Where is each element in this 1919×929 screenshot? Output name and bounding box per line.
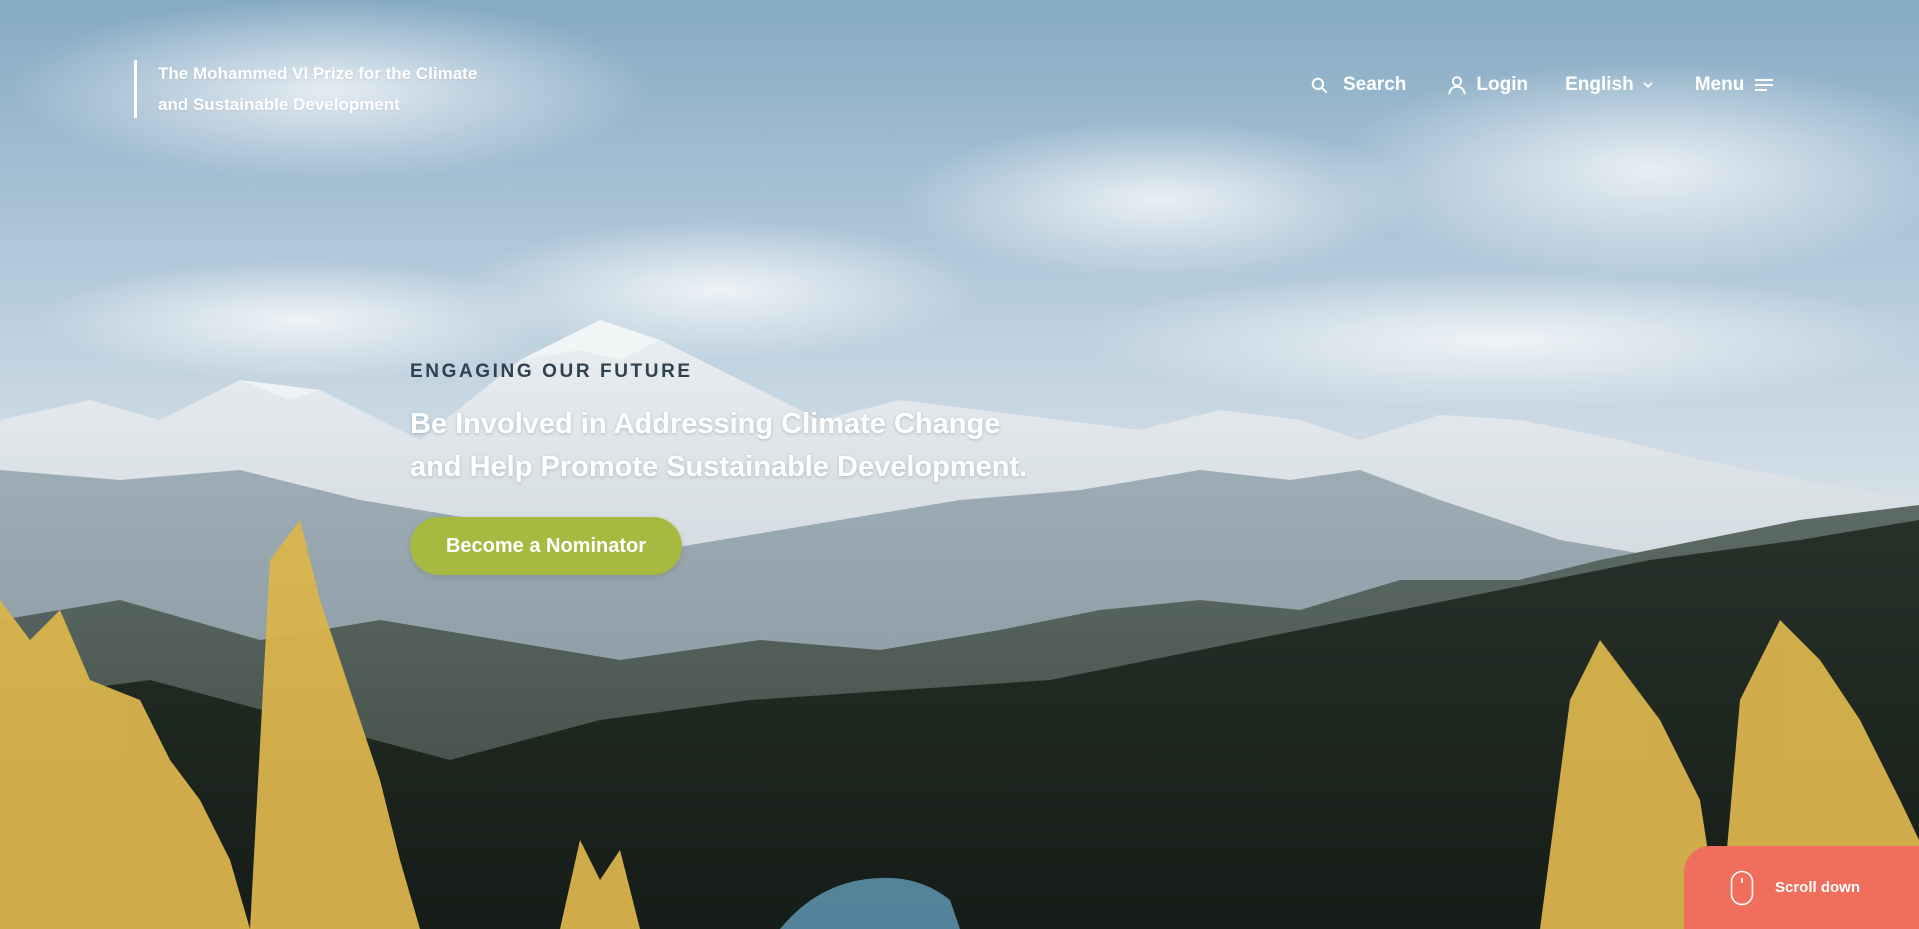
hero-headline-line-2: and Help Promote Sustainable Development… [410, 451, 1028, 483]
hero-content: ENGAGING OUR FUTURE Be Involved in Addre… [410, 361, 1027, 575]
scroll-down-label: Scroll down [1775, 879, 1861, 896]
search-label: Search [1343, 74, 1407, 95]
user-icon [1448, 76, 1467, 95]
hero-eyebrow: ENGAGING OUR FUTURE [410, 361, 693, 382]
language-label: English [1565, 74, 1634, 95]
hero-headline-line-1: Be Involved in Addressing Climate Change [410, 408, 1001, 440]
brand-line-2: and Sustainable Development [158, 95, 400, 114]
become-nominator-button[interactable]: Become a Nominator [410, 517, 682, 575]
language-selector[interactable]: English [1565, 74, 1655, 96]
login-label: Login [1476, 74, 1529, 95]
login-button[interactable]: Login [1446, 74, 1528, 96]
chevron-down-icon [1643, 82, 1653, 88]
hero-section: The Mohammed VI Prize for the Climate an… [0, 0, 1919, 929]
mouse-icon [1730, 870, 1754, 905]
menu-label: Menu [1694, 74, 1745, 95]
top-navigation: Search Login English Menu [1310, 74, 1774, 96]
hamburger-menu-icon [1755, 79, 1774, 91]
brand-line-1: The Mohammed VI Prize for the Climate [158, 64, 478, 83]
search-icon [1311, 77, 1328, 93]
site-brand[interactable]: The Mohammed VI Prize for the Climate an… [134, 60, 477, 118]
menu-button[interactable]: Menu [1695, 74, 1775, 96]
search-button[interactable]: Search [1310, 74, 1406, 96]
scroll-down-button[interactable]: Scroll down [1684, 846, 1919, 929]
hero-headline: Be Involved in Addressing Climate Change… [410, 403, 1027, 489]
